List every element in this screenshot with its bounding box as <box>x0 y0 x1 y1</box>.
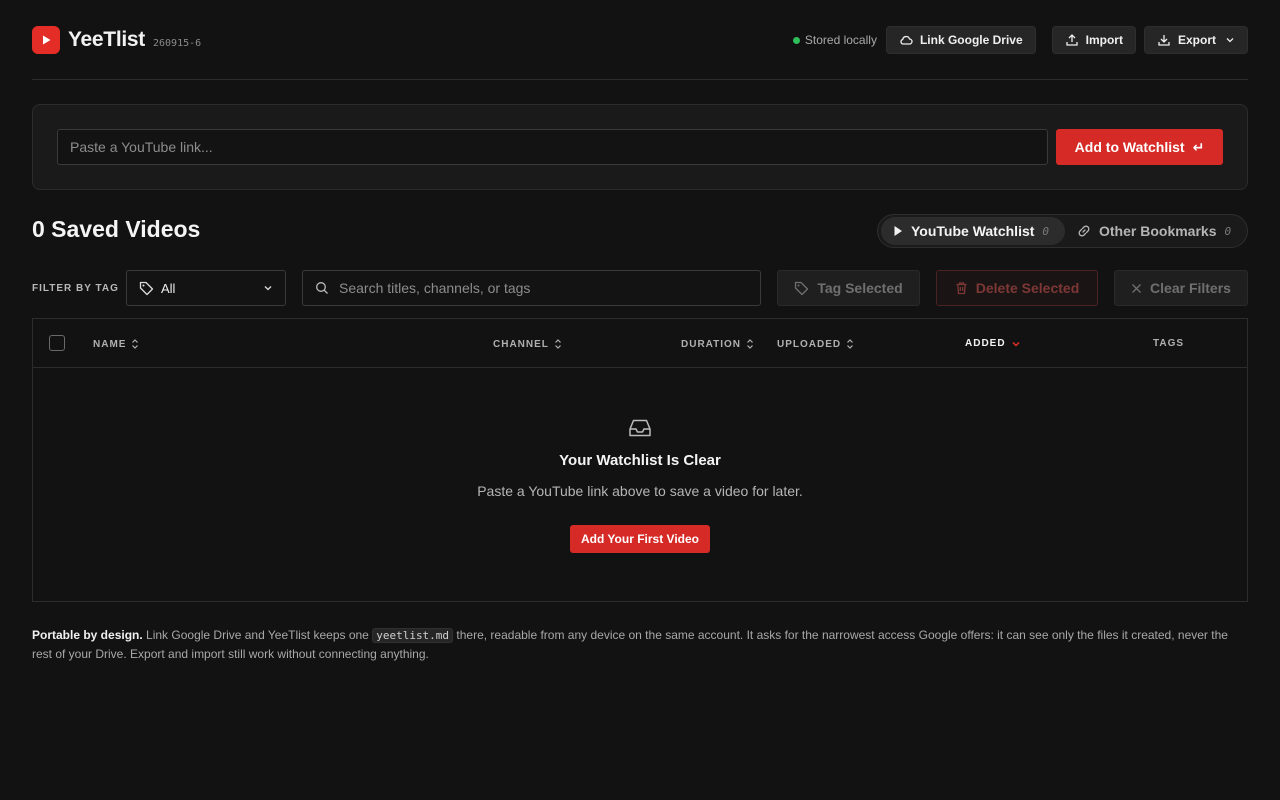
inbox-icon <box>629 419 651 437</box>
add-first-video-button[interactable]: Add Your First Video <box>570 525 710 553</box>
column-added-header[interactable]: ADDED <box>965 338 1021 349</box>
play-icon <box>894 226 902 236</box>
clear-filters-label: Clear Filters <box>1150 280 1231 296</box>
sort-icon <box>554 339 561 349</box>
upload-icon <box>1065 34 1078 46</box>
empty-state-title: Your Watchlist Is Clear <box>559 452 721 469</box>
export-label: Export <box>1177 33 1216 47</box>
tab-youtube-watchlist-label: YouTube Watchlist <box>911 223 1035 239</box>
chevron-down-icon <box>1226 38 1234 43</box>
filter-by-tag-label: FILTER BY TAG <box>32 283 119 294</box>
tag-selected-button[interactable]: Tag Selected <box>777 270 920 306</box>
import-label: Import <box>1085 33 1123 47</box>
list-type-toggle: YouTube Watchlist 0 Other Bookmarks 0 <box>877 214 1248 248</box>
note-filename: yeetlist.md <box>372 628 454 643</box>
import-button[interactable]: Import <box>1051 26 1136 54</box>
youtube-link-input[interactable] <box>57 129 1048 165</box>
column-tags-label: TAGS <box>1153 338 1185 349</box>
column-added-label: ADDED <box>965 338 1006 349</box>
link-icon <box>1078 225 1090 237</box>
app-version: 260915-6 <box>152 37 202 49</box>
storage-status-text: Stored locally <box>804 33 877 47</box>
search-field <box>302 270 761 306</box>
add-to-watchlist-button[interactable]: Add to Watchlist ↵ <box>1056 129 1223 165</box>
trash-icon <box>956 282 967 295</box>
app-name: YeeTlist <box>68 28 145 51</box>
tag-icon <box>139 281 154 295</box>
column-uploaded-label: UPLOADED <box>777 338 842 350</box>
cloud-icon <box>900 35 913 45</box>
column-name-label: NAME <box>93 338 127 350</box>
empty-state: Your Watchlist Is Clear Paste a YouTube … <box>33 368 1247 602</box>
column-tags-header: TAGS <box>1153 338 1184 349</box>
app-header: YeeTlist 260915-6 Stored locally Link Go… <box>32 22 1248 58</box>
search-icon <box>316 282 328 294</box>
tab-youtube-watchlist-count: 0 <box>1042 224 1050 238</box>
table-header: NAME CHANNEL DURATION UPLOADED ADDED TAG… <box>33 319 1247 368</box>
videos-table: NAME CHANNEL DURATION UPLOADED ADDED TAG… <box>32 318 1248 602</box>
select-all-checkbox[interactable] <box>49 335 65 351</box>
chevron-down-icon <box>264 286 272 291</box>
column-duration-header[interactable]: DURATION <box>681 338 754 350</box>
column-uploaded-header[interactable]: UPLOADED <box>777 338 854 350</box>
logo-play-icon <box>32 26 60 54</box>
clear-filters-button[interactable]: Clear Filters <box>1114 270 1248 306</box>
tab-other-bookmarks-label: Other Bookmarks <box>1099 223 1217 239</box>
tag-filter-value: All <box>161 280 176 296</box>
download-icon <box>1158 35 1170 46</box>
add-video-panel: Add to Watchlist ↵ <box>32 104 1248 190</box>
empty-state-subtitle: Paste a YouTube link above to save a vid… <box>477 483 803 499</box>
link-google-drive-button[interactable]: Link Google Drive <box>885 26 1036 54</box>
link-google-drive-label: Link Google Drive <box>919 33 1023 47</box>
column-duration-label: DURATION <box>681 338 742 350</box>
status-dot-icon <box>792 36 800 44</box>
sort-icon <box>132 339 139 349</box>
saved-count-title: 0 Saved Videos <box>32 216 201 242</box>
column-name-header[interactable]: NAME <box>93 338 139 350</box>
note-text-1: Link Google Drive and YeeTlist keeps one <box>146 628 369 642</box>
close-icon <box>1132 283 1141 293</box>
export-button[interactable]: Export <box>1143 26 1248 54</box>
delete-selected-button[interactable]: Delete Selected <box>936 270 1098 306</box>
add-to-watchlist-label: Add to Watchlist <box>1074 139 1185 155</box>
sort-descending-icon <box>1012 341 1020 347</box>
note-heading: Portable by design. <box>32 628 143 642</box>
search-input[interactable] <box>339 280 739 296</box>
column-channel-header[interactable]: CHANNEL <box>493 338 562 350</box>
tab-other-bookmarks-count: 0 <box>1224 224 1232 238</box>
tag-selected-label: Tag Selected <box>817 280 903 296</box>
storage-status: Stored locally <box>792 33 877 47</box>
tab-other-bookmarks[interactable]: Other Bookmarks 0 <box>1065 217 1243 245</box>
delete-selected-label: Delete Selected <box>975 280 1080 296</box>
column-channel-label: CHANNEL <box>493 338 549 350</box>
tag-icon <box>795 281 809 295</box>
enter-icon: ↵ <box>1192 138 1205 155</box>
tab-youtube-watchlist[interactable]: YouTube Watchlist 0 <box>881 217 1065 245</box>
header-divider <box>32 79 1248 80</box>
sort-icon <box>847 339 854 349</box>
portability-note: Portable by design. Link Google Drive an… <box>32 626 1248 663</box>
sort-icon <box>747 339 753 349</box>
tag-filter-select[interactable]: All <box>126 270 286 306</box>
